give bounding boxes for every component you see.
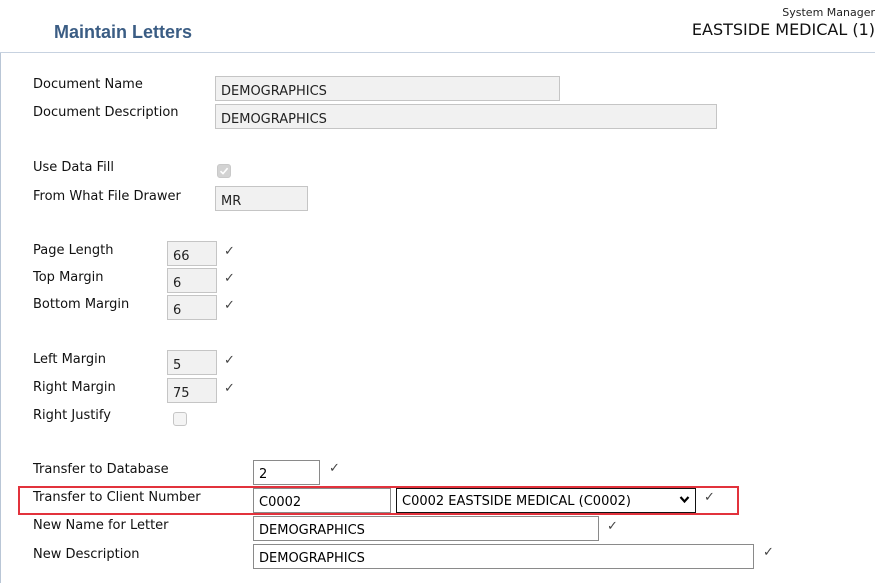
new-description-field[interactable]: DEMOGRAPHICS <box>253 544 754 569</box>
document-name-label: Document Name <box>33 77 143 92</box>
file-drawer-field[interactable]: MR <box>215 186 308 211</box>
new-name-field[interactable]: DEMOGRAPHICS <box>253 516 599 541</box>
check-mark-icon: ✓ <box>763 545 774 560</box>
right-margin-field[interactable]: 75 <box>167 378 217 403</box>
checkbox-check-icon <box>219 167 229 175</box>
use-data-fill-checkbox[interactable] <box>217 164 231 178</box>
check-mark-icon: ✓ <box>224 353 235 368</box>
page-header: Maintain Letters System Manager EASTSIDE… <box>0 0 875 53</box>
document-description-field[interactable]: DEMOGRAPHICS <box>215 104 717 129</box>
right-justify-label: Right Justify <box>33 408 111 423</box>
bottom-margin-label: Bottom Margin <box>33 297 130 312</box>
left-margin-label: Left Margin <box>33 352 106 367</box>
check-mark-icon: ✓ <box>224 298 235 313</box>
transfer-database-label: Transfer to Database <box>33 462 169 477</box>
transfer-database-field[interactable]: 2 <box>253 460 320 485</box>
client-select-value: C0002 EASTSIDE MEDICAL (C0002) <box>402 494 631 509</box>
left-margin-field[interactable]: 5 <box>167 350 217 375</box>
new-description-label: New Description <box>33 547 140 562</box>
document-name-field[interactable]: DEMOGRAPHICS <box>215 76 560 101</box>
top-margin-field[interactable]: 6 <box>167 268 217 293</box>
check-mark-icon: ✓ <box>704 490 715 505</box>
document-description-label: Document Description <box>33 105 179 120</box>
check-mark-icon: ✓ <box>329 461 340 476</box>
right-margin-label: Right Margin <box>33 380 116 395</box>
right-justify-checkbox[interactable] <box>173 412 187 426</box>
page-length-field[interactable]: 66 <box>167 241 217 266</box>
transfer-client-label: Transfer to Client Number <box>33 490 201 505</box>
check-mark-icon: ✓ <box>224 381 235 396</box>
company-name: EASTSIDE MEDICAL (1) <box>691 20 875 39</box>
system-manager-label: System Manager <box>782 6 875 19</box>
check-mark-icon: ✓ <box>607 519 618 534</box>
check-mark-icon: ✓ <box>224 244 235 259</box>
new-name-label: New Name for Letter <box>33 518 169 533</box>
file-drawer-label: From What File Drawer <box>33 189 181 204</box>
bottom-margin-field[interactable]: 6 <box>167 295 217 320</box>
use-data-fill-label: Use Data Fill <box>33 160 114 175</box>
chevron-down-icon <box>679 496 690 504</box>
check-mark-icon: ✓ <box>224 271 235 286</box>
page-title: Maintain Letters <box>54 22 193 42</box>
transfer-client-field[interactable]: C0002 <box>253 488 391 513</box>
top-margin-label: Top Margin <box>33 270 104 285</box>
page-length-label: Page Length <box>33 243 114 258</box>
client-select-dropdown[interactable]: C0002 EASTSIDE MEDICAL (C0002) <box>396 488 696 513</box>
